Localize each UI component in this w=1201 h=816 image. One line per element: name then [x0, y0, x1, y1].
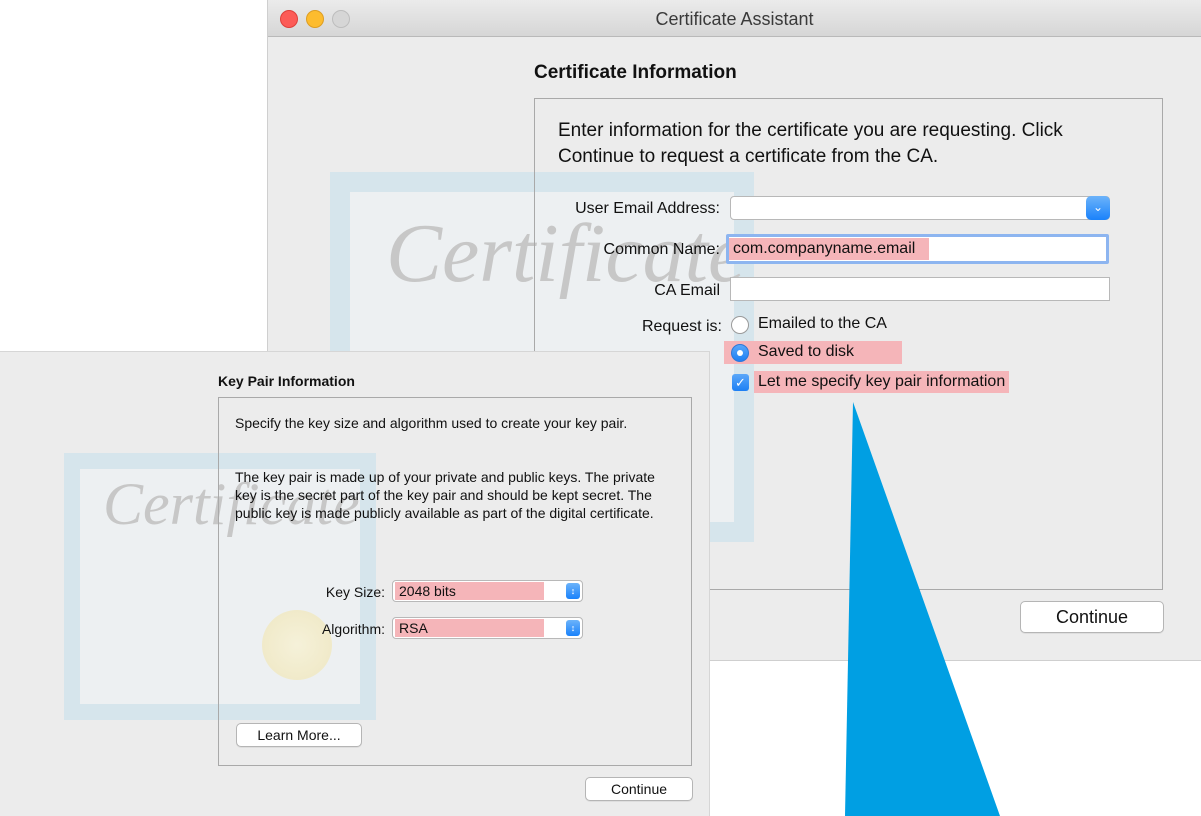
- continue-button[interactable]: Continue: [585, 777, 693, 801]
- ca-email-field[interactable]: [730, 277, 1110, 301]
- common-name-field[interactable]: com.companyname.email: [726, 234, 1109, 264]
- algorithm-label: Algorithm:: [321, 621, 385, 637]
- up-down-arrows-icon: ↕: [566, 583, 580, 599]
- title-bar: Certificate Assistant: [268, 0, 1201, 37]
- common-name-label: Common Name:: [603, 241, 720, 258]
- algorithm-popup[interactable]: RSA ↕: [392, 617, 583, 639]
- algorithm-value: RSA: [395, 619, 544, 637]
- request-is-label: Request is:: [641, 318, 722, 335]
- key-size-label: Key Size:: [325, 584, 385, 600]
- intro-text: Enter information for the certificate yo…: [558, 120, 1063, 167]
- user-email-combobox[interactable]: ⌄: [730, 196, 1110, 220]
- ca-email-label: CA Email: [654, 282, 720, 299]
- learn-more-button[interactable]: Learn More...: [236, 723, 362, 747]
- saved-to-disk-label: Saved to disk: [758, 343, 855, 360]
- key-pair-window: Certificate Key Pair Information Specify…: [0, 352, 709, 816]
- emailed-to-ca-label: Emailed to the CA: [758, 315, 887, 332]
- key-pair-intro: Specify the key size and algorithm used …: [235, 415, 628, 431]
- specify-key-pair-checkbox[interactable]: ✓: [732, 374, 749, 391]
- continue-button[interactable]: Continue: [1020, 601, 1164, 633]
- up-down-arrows-icon: ↕: [566, 620, 580, 636]
- specify-key-pair-label: Let me specify key pair information: [754, 371, 1010, 393]
- window-title: Certificate Assistant: [655, 9, 814, 29]
- emailed-to-ca-radio[interactable]: [731, 316, 749, 334]
- key-pair-description: The key pair is made up of your private …: [235, 469, 655, 521]
- chevron-down-icon[interactable]: ⌄: [1086, 196, 1110, 220]
- key-size-popup[interactable]: 2048 bits ↕: [392, 580, 583, 602]
- key-size-value: 2048 bits: [395, 582, 544, 600]
- common-name-value: com.companyname.email: [729, 238, 930, 260]
- user-email-label: User Email Address:: [575, 200, 720, 217]
- section-title: Certificate Information: [534, 62, 737, 83]
- saved-to-disk-radio[interactable]: [731, 344, 749, 362]
- section-title: Key Pair Information: [218, 373, 355, 389]
